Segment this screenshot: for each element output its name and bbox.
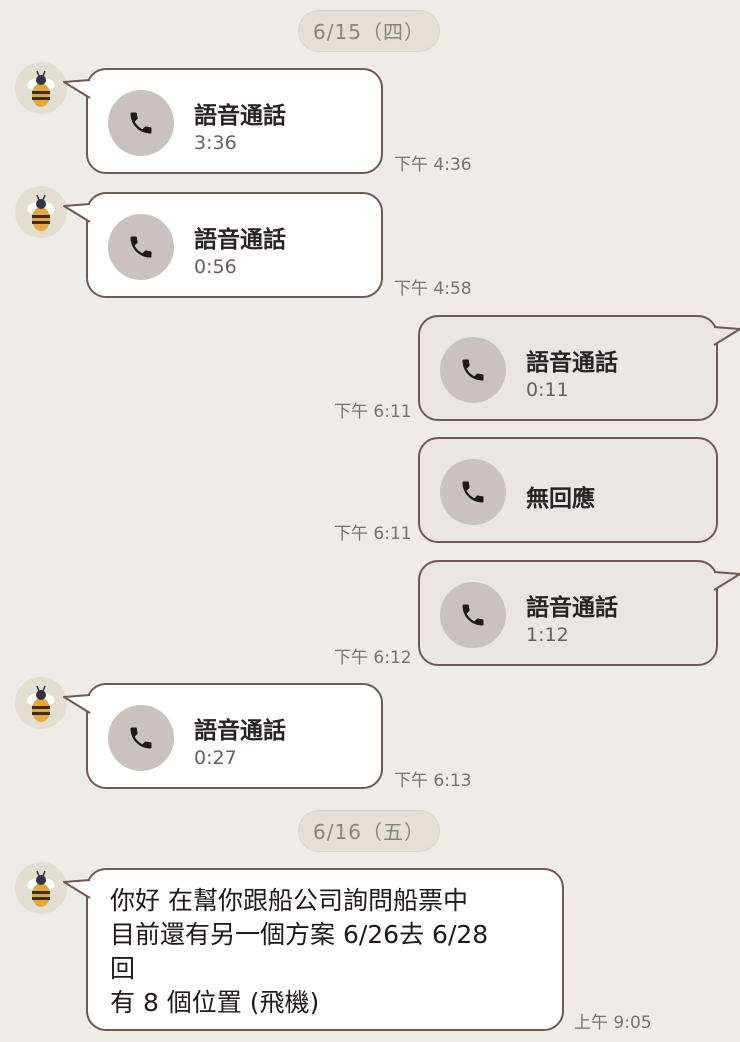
phone-icon [130, 236, 152, 258]
message-time: 下午 6:11 [334, 524, 412, 544]
call-duration: 0:11 [526, 379, 569, 401]
call-title: 語音通話 [526, 350, 618, 376]
date-separator: 6/16（五） [298, 810, 440, 852]
call-icon-circle [108, 214, 174, 280]
bee-icon [27, 685, 55, 722]
voice-call-bubble[interactable]: 語音通話 0:27 [63, 683, 383, 789]
call-icon-circle [108, 90, 174, 156]
avatar[interactable] [15, 62, 67, 114]
message-line: 目前還有另一個方案 6/26去 6/28 [110, 920, 489, 949]
phone-icon [462, 359, 484, 381]
voice-call-bubble[interactable]: 語音通話 0:11 [418, 315, 740, 421]
call-title: 語音通話 [194, 718, 286, 744]
phone-icon [462, 604, 484, 626]
avatar[interactable] [15, 186, 67, 238]
message-line: 有 8 個位置 (飛機) [110, 988, 320, 1017]
message-time: 下午 6:13 [394, 771, 472, 791]
call-title: 無回應 [526, 486, 595, 512]
call-title: 語音通話 [194, 103, 286, 129]
call-icon-circle [440, 582, 506, 648]
date-separator: 6/15（四） [298, 10, 440, 52]
missed-call-bubble[interactable]: 無回應 [418, 437, 718, 543]
call-icon-circle [440, 459, 506, 525]
phone-icon [462, 481, 484, 503]
message-text: 你好 在幫你跟船公司詢問船票中 目前還有另一個方案 6/26去 6/28 回 有… [110, 884, 546, 1020]
call-duration: 0:56 [194, 256, 237, 278]
bee-icon [27, 194, 55, 231]
call-icon-circle [440, 337, 506, 403]
message-time: 下午 4:36 [394, 155, 472, 175]
bee-icon [27, 70, 55, 107]
call-duration: 3:36 [194, 132, 237, 154]
call-duration: 0:27 [194, 747, 237, 769]
phone-icon [130, 727, 152, 749]
message-line: 回 [110, 954, 136, 983]
voice-call-bubble[interactable]: 語音通話 1:12 [418, 560, 740, 666]
message-line: 你好 在幫你跟船公司詢問船票中 [110, 886, 468, 915]
message-time: 下午 6:12 [334, 648, 412, 668]
call-title: 語音通話 [194, 227, 286, 253]
avatar[interactable] [15, 677, 67, 729]
voice-call-bubble[interactable]: 語音通話 3:36 [63, 68, 383, 174]
message-time: 上午 9:05 [574, 1013, 652, 1033]
message-time: 下午 6:11 [334, 402, 412, 422]
call-title: 語音通話 [526, 595, 618, 621]
phone-icon [130, 112, 152, 134]
bee-icon [27, 870, 55, 907]
text-message-bubble[interactable]: 你好 在幫你跟船公司詢問船票中 目前還有另一個方案 6/26去 6/28 回 有… [63, 868, 564, 1031]
call-icon-circle [108, 705, 174, 771]
call-duration: 1:12 [526, 624, 569, 646]
voice-call-bubble[interactable]: 語音通話 0:56 [63, 192, 383, 298]
message-time: 下午 4:58 [394, 279, 472, 299]
avatar[interactable] [15, 862, 67, 914]
